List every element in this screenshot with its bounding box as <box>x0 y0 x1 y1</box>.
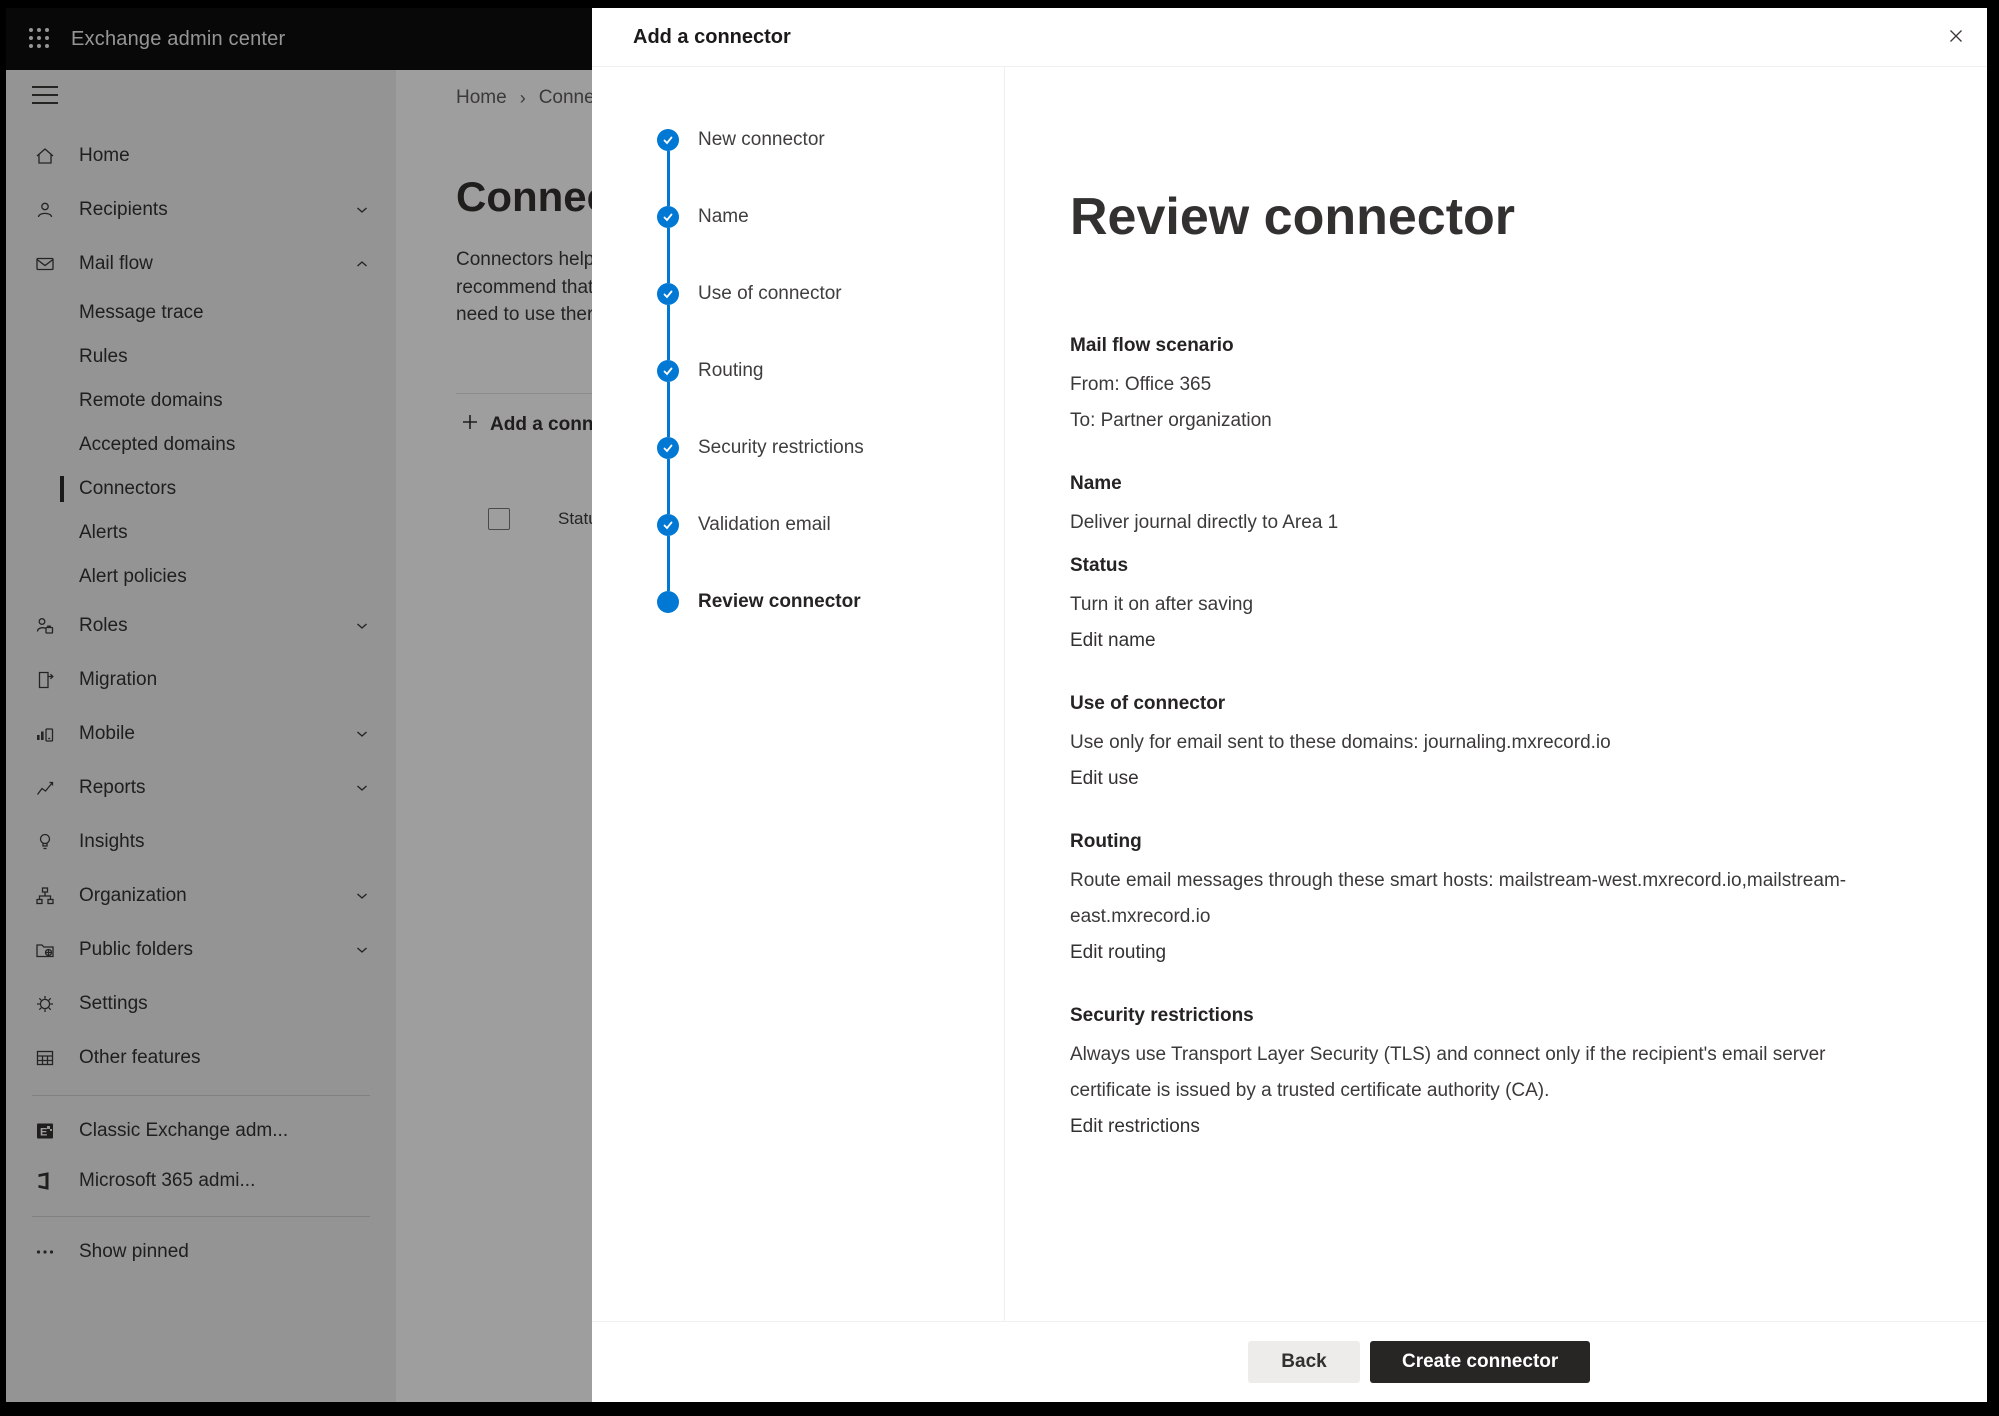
step-completed-icon <box>657 283 679 305</box>
step-label: New connector <box>698 129 825 151</box>
step-completed-icon <box>657 360 679 382</box>
close-icon <box>1947 27 1965 48</box>
step-review-connector[interactable]: Review connector <box>657 563 1004 640</box>
section-line: Always use Transport Layer Security (TLS… <box>1070 1037 1907 1109</box>
section-heading: Security restrictions <box>1070 1005 1907 1027</box>
step-completed-icon <box>657 206 679 228</box>
add-connector-panel: Add a connector New connector Name Use o… <box>592 8 1987 1402</box>
panel-footer: Back Create connector <box>592 1321 1987 1402</box>
section-line: Route email messages through these smart… <box>1070 863 1907 935</box>
edit-restrictions-link[interactable]: Edit restrictions <box>1070 1109 1200 1145</box>
section-status: Status Turn it on after saving Edit name <box>1070 555 1907 659</box>
section-line: Use only for email sent to these domains… <box>1070 725 1907 761</box>
back-button[interactable]: Back <box>1248 1341 1360 1383</box>
section-routing: Routing Route email messages through the… <box>1070 831 1907 971</box>
step-completed-icon <box>657 437 679 459</box>
section-line: To: Partner organization <box>1070 403 1907 439</box>
step-label: Name <box>698 206 749 228</box>
panel-header: Add a connector <box>592 8 1987 67</box>
review-heading: Review connector <box>1070 187 1907 247</box>
review-content: Review connector Mail flow scenario From… <box>1005 67 1987 1321</box>
panel-body: New connector Name Use of connector Rout… <box>592 67 1987 1321</box>
step-routing[interactable]: Routing <box>657 332 1004 409</box>
step-name[interactable]: Name <box>657 178 1004 255</box>
step-label: Use of connector <box>698 283 842 305</box>
section-line: Turn it on after saving <box>1070 587 1907 623</box>
section-name: Name Deliver journal directly to Area 1 <box>1070 473 1907 541</box>
section-heading: Status <box>1070 555 1907 577</box>
section-line: Deliver journal directly to Area 1 <box>1070 505 1907 541</box>
step-completed-icon <box>657 514 679 536</box>
section-use-of-connector: Use of connector Use only for email sent… <box>1070 693 1907 797</box>
step-use-of-connector[interactable]: Use of connector <box>657 255 1004 332</box>
section-security-restrictions: Security restrictions Always use Transpo… <box>1070 1005 1907 1145</box>
section-heading: Mail flow scenario <box>1070 335 1907 357</box>
step-label: Security restrictions <box>698 437 864 459</box>
step-label: Routing <box>698 360 764 382</box>
panel-title: Add a connector <box>633 26 791 49</box>
section-mail-flow-scenario: Mail flow scenario From: Office 365 To: … <box>1070 335 1907 439</box>
section-heading: Use of connector <box>1070 693 1907 715</box>
step-new-connector[interactable]: New connector <box>657 101 1004 178</box>
step-validation-email[interactable]: Validation email <box>657 486 1004 563</box>
step-label: Validation email <box>698 514 831 536</box>
step-security-restrictions[interactable]: Security restrictions <box>657 409 1004 486</box>
edit-use-link[interactable]: Edit use <box>1070 761 1139 797</box>
section-heading: Name <box>1070 473 1907 495</box>
app-window: Exchange admin center Home Recipients Ma… <box>6 8 1987 1402</box>
edit-name-link[interactable]: Edit name <box>1070 623 1156 659</box>
create-connector-button[interactable]: Create connector <box>1370 1341 1590 1383</box>
step-label: Review connector <box>698 591 861 613</box>
step-completed-icon <box>657 129 679 151</box>
close-button[interactable] <box>1940 21 1972 53</box>
wizard-steps: New connector Name Use of connector Rout… <box>592 67 1005 1321</box>
edit-routing-link[interactable]: Edit routing <box>1070 935 1166 971</box>
section-heading: Routing <box>1070 831 1907 853</box>
step-current-icon <box>657 591 679 613</box>
section-line: From: Office 365 <box>1070 367 1907 403</box>
